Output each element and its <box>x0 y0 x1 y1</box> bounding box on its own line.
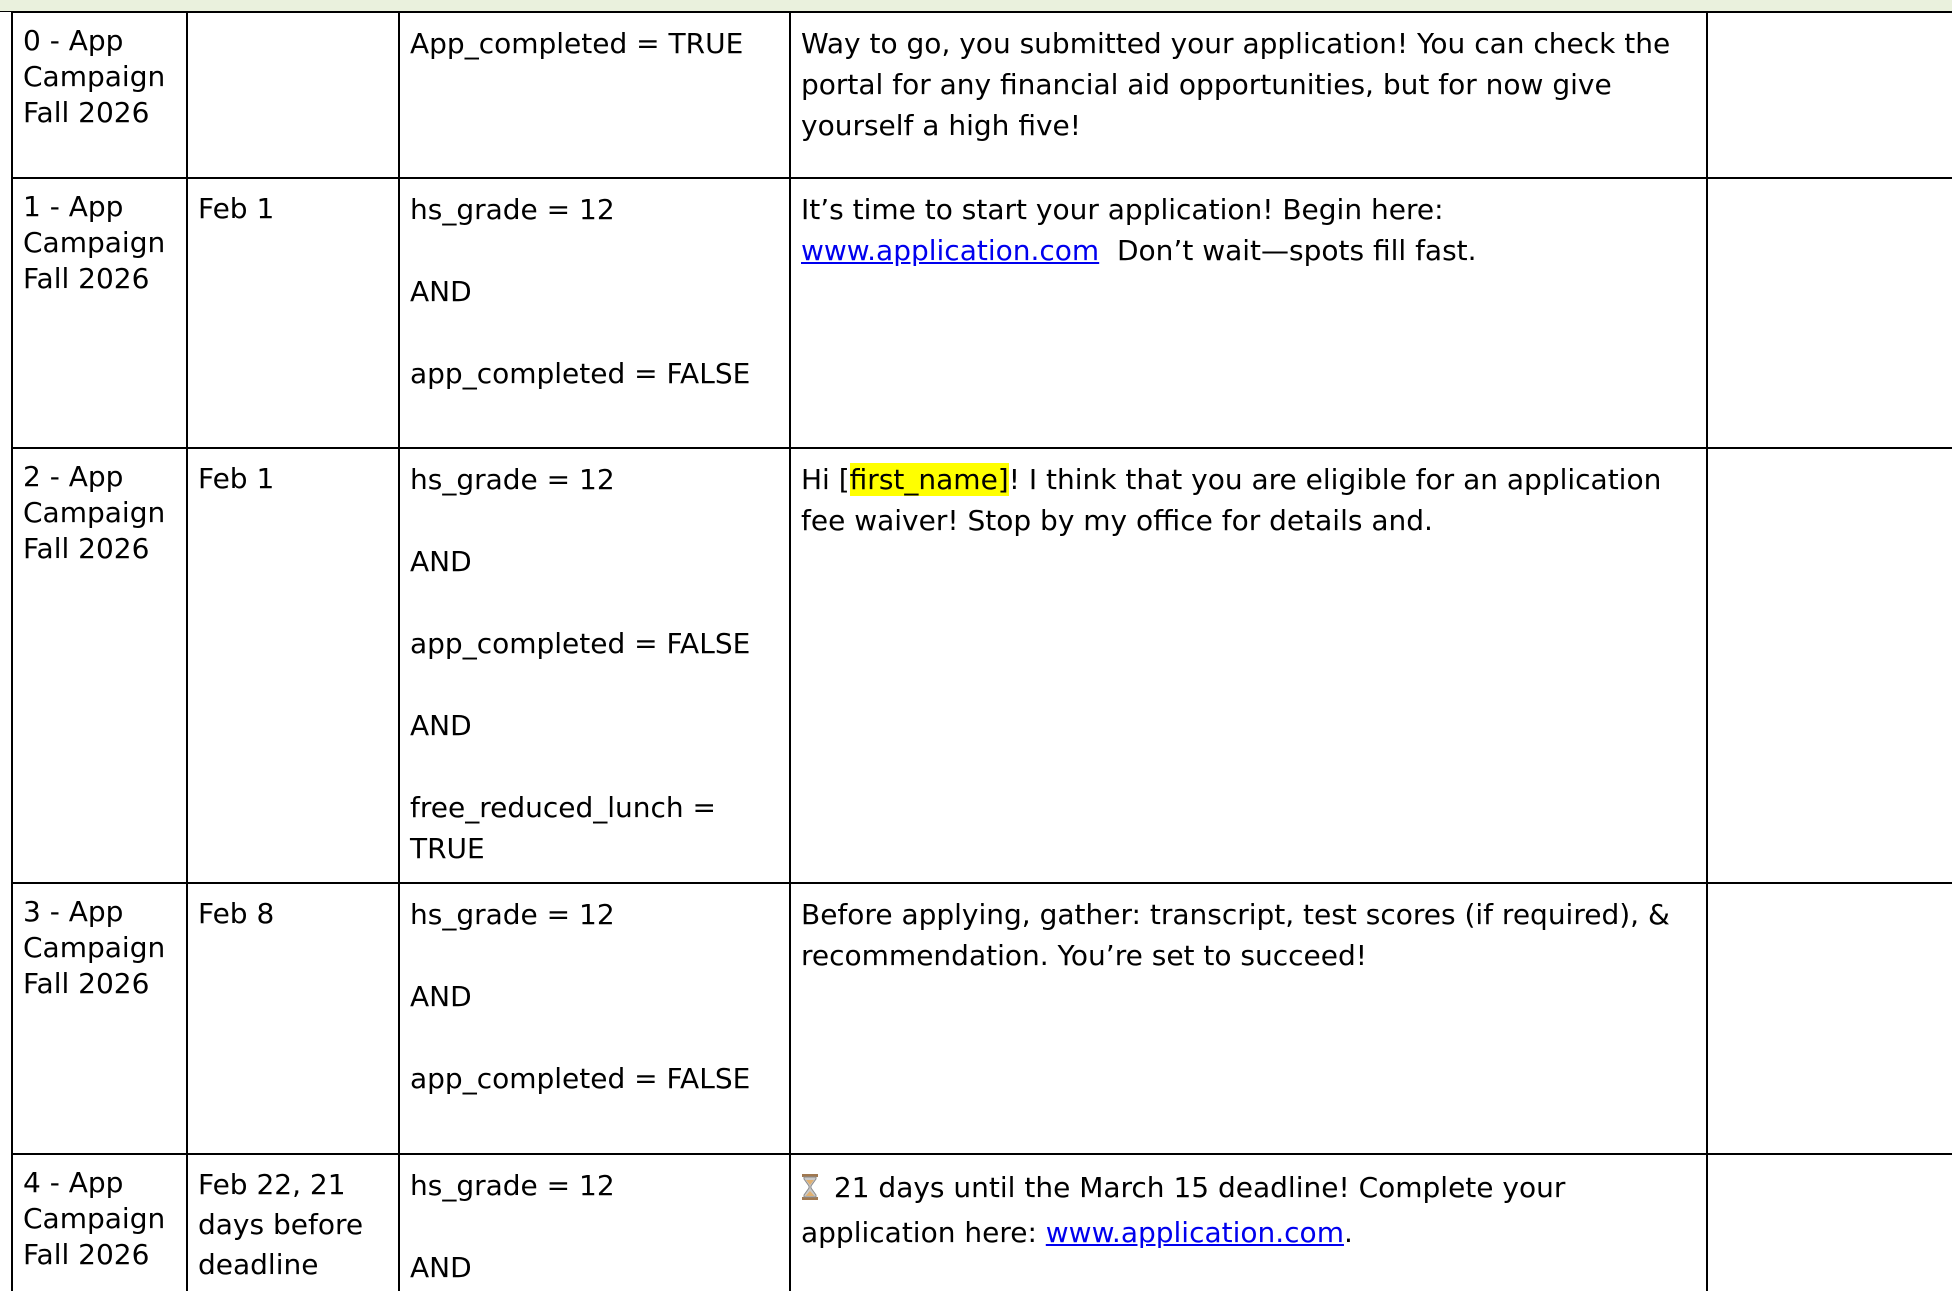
table-row: 4 - App Campaign Fall 2026 Feb 22, 21 da… <box>11 1153 1952 1291</box>
condition-operator: AND <box>410 980 472 1013</box>
message-text: Way to go, you submitted your applicatio… <box>801 27 1671 142</box>
table-row: 2 - App Campaign Fall 2026 Feb 1 hs_grad… <box>11 447 1952 884</box>
conditions-cell: hs_grade = 12 AND app_completed = FALSE <box>398 177 791 449</box>
conditions-cell: hs_grade = 12 AND app_completed = FALSE … <box>398 447 791 884</box>
message-cell: 21 days until the March 15 deadline! Com… <box>789 1153 1708 1291</box>
condition-line: app_completed = FALSE <box>410 627 751 660</box>
campaign-name-cell: 0 - App Campaign Fall 2026 <box>11 11 188 179</box>
notes-cell <box>1706 177 1952 449</box>
conditions-cell: hs_grade = 12 AND <box>398 1153 791 1291</box>
condition-line: hs_grade = 12 <box>410 193 615 226</box>
conditions-cell: hs_grade = 12 AND app_completed = FALSE <box>398 882 791 1155</box>
condition-line: hs_grade = 12 <box>410 1169 615 1202</box>
table-row: 3 - App Campaign Fall 2026 Feb 8 hs_grad… <box>11 882 1952 1155</box>
notes-cell <box>1706 447 1952 884</box>
message-cell: Before applying, gather: transcript, tes… <box>789 882 1708 1155</box>
send-date-cell <box>186 11 400 179</box>
send-date-cell: Feb 1 <box>186 447 400 884</box>
send-date-cell: Feb 22, 21 days before deadline <box>186 1153 400 1291</box>
notes-cell <box>1706 882 1952 1155</box>
condition-line: app_completed = FALSE <box>410 1062 751 1095</box>
message-text: Before applying, gather: transcript, tes… <box>801 898 1670 972</box>
condition-line: App_completed = TRUE <box>410 27 744 60</box>
message-text: It’s time to start your application! Beg… <box>801 193 1444 226</box>
notes-cell <box>1706 11 1952 179</box>
message-cell: Hi [first_name]! I think that you are el… <box>789 447 1708 884</box>
table-row: 1 - App Campaign Fall 2026 Feb 1 hs_grad… <box>11 177 1952 449</box>
campaign-name-cell: 3 - App Campaign Fall 2026 <box>11 882 188 1155</box>
condition-line: hs_grade = 12 <box>410 463 615 496</box>
table-row: 0 - App Campaign Fall 2026 App_completed… <box>11 11 1952 179</box>
message-text: Don’t wait—spots fill fast. <box>1099 234 1477 267</box>
merge-field-highlight: first_name] <box>849 463 1009 496</box>
condition-operator: AND <box>410 275 472 308</box>
message-text: . <box>1343 1216 1353 1249</box>
condition-line: app_completed = FALSE <box>410 357 751 390</box>
send-date-cell: Feb 8 <box>186 882 400 1155</box>
message-cell: It’s time to start your application! Beg… <box>789 177 1708 449</box>
condition-line: free_reduced_lunch = TRUE <box>410 791 717 865</box>
conditions-cell: App_completed = TRUE <box>398 11 791 179</box>
condition-operator: AND <box>410 545 472 578</box>
message-text: Hi [ <box>801 463 850 496</box>
application-link[interactable]: www.application.com <box>1046 1216 1344 1249</box>
campaign-table: 0 - App Campaign Fall 2026 App_completed… <box>11 11 1952 1291</box>
campaign-name-cell: 2 - App Campaign Fall 2026 <box>11 447 188 884</box>
message-cell: Way to go, you submitted your applicatio… <box>789 11 1708 179</box>
campaign-name-cell: 4 - App Campaign Fall 2026 <box>11 1153 188 1291</box>
application-link[interactable]: www.application.com <box>801 234 1099 267</box>
notes-cell <box>1706 1153 1952 1291</box>
condition-operator: AND <box>410 709 472 742</box>
campaign-name-cell: 1 - App Campaign Fall 2026 <box>11 177 188 449</box>
hourglass-icon <box>801 1168 819 1200</box>
condition-line: hs_grade = 12 <box>410 898 615 931</box>
condition-operator: AND <box>410 1251 472 1284</box>
send-date-cell: Feb 1 <box>186 177 400 449</box>
